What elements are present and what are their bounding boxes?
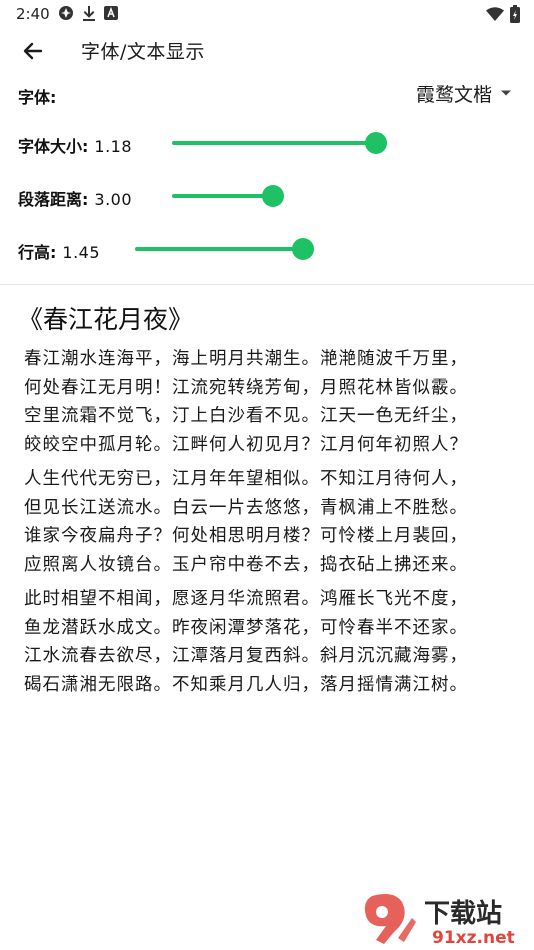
slider-fill [172, 194, 273, 198]
font-size-value: 1.18 [94, 137, 133, 156]
poem-preview: 春江潮水连海平，海上明月共潮生。滟滟随波千万里， 何处春江无月明！江流宛转绕芳甸… [24, 345, 524, 705]
slider-fill [135, 247, 303, 251]
poem-line: 应照离人妆镜台。玉户帘中卷不去，捣衣砧上拂还来。 [24, 554, 468, 575]
poem-line: 此时相望不相闻，愿逐月华流照君。鸿雁长飞光不度， [24, 589, 468, 609]
font-label: 字体: [18, 88, 57, 107]
status-notification-icons [58, 5, 118, 21]
watermark-logo: 下载站 91xz.net [354, 888, 530, 948]
app-notification-icon [59, 6, 73, 20]
slider-fill [172, 141, 376, 145]
paragraph-spacing-label-text: 段落距离: [18, 190, 89, 209]
poem-line: 碣石潇湘无限路。不知乘月几人归，落月摇情满江树。 [24, 674, 468, 695]
download-icon [83, 6, 95, 21]
app-bar: 字体/文本显示 [0, 28, 534, 74]
poem-line: 鱼龙潜跃水成文。昨夜闲潭梦落花，可怜春半不还家。 [24, 617, 468, 638]
slider-thumb[interactable] [364, 132, 387, 154]
poem-line: 皎皎空中孤月轮。江畔何人初见月？江月何年初照人？ [24, 434, 468, 455]
dropdown-triangle-icon [501, 90, 511, 96]
poem-line: 谁家今夜扁舟子？何处相思明月楼？可怜楼上月裴回， [24, 526, 468, 546]
poem-line: 但见长江送流水。白云一片去悠悠，青枫浦上不胜愁。 [24, 497, 468, 518]
line-height-slider[interactable] [135, 236, 314, 262]
page-title: 字体/文本显示 [81, 41, 205, 63]
wifi-icon [486, 7, 504, 21]
paragraph-spacing-slider[interactable] [172, 183, 284, 209]
poem-line: 江水流春去欲尽，江潭落月复西斜。斜月沉沉藏海雾， [24, 646, 468, 666]
poem-line: 春江潮水连海平，海上明月共潮生。滟滟随波千万里， [24, 349, 468, 369]
font-size-slider[interactable] [172, 130, 387, 156]
watermark-url: 91xz.net [432, 928, 515, 948]
status-system-icons [486, 5, 520, 23]
watermark-emblem-icon: 下载站 91xz.net [364, 894, 515, 948]
font-select-value: 霞鹜文楷 [415, 83, 492, 106]
line-height-label: 行高: 1.45 [18, 239, 100, 263]
a-app-icon [104, 6, 118, 20]
font-size-label-text: 字体大小: [18, 137, 89, 156]
back-arrow-icon [23, 42, 43, 60]
poem-line: 空里流霜不觉飞，汀上白沙看不见。江天一色无纤尘， [24, 406, 468, 426]
poem-paragraph: 春江潮水连海平，海上明月共潮生。滟滟随波千万里， 何处春江无月明！江流宛转绕芳甸… [24, 345, 524, 459]
divider [0, 284, 534, 285]
font-select[interactable]: 霞鹜文楷 [416, 80, 512, 106]
poem-title: 《春江花月夜》 [18, 305, 194, 334]
status-time: 2:40 [16, 5, 50, 23]
back-button[interactable] [18, 36, 48, 66]
slider-thumb[interactable] [262, 185, 284, 207]
status-bar: 2:40 [0, 0, 534, 28]
poem-paragraph: 人生代代无穷已，江月年年望相似。不知江月待何人， 但见长江送流水。白云一片去悠悠… [24, 465, 524, 579]
paragraph-spacing-value: 3.00 [94, 190, 133, 209]
font-size-label: 字体大小: 1.18 [18, 133, 132, 157]
battery-icon [510, 5, 520, 23]
poem-line: 何处春江无月明！江流宛转绕芳甸，月照花林皆似霰。 [24, 377, 468, 398]
watermark-brand: 下载站 [424, 899, 502, 929]
paragraph-spacing-label: 段落距离: 3.00 [18, 186, 132, 210]
line-height-value: 1.45 [62, 243, 101, 262]
slider-thumb[interactable] [292, 238, 314, 260]
line-height-label-text: 行高: [18, 243, 57, 262]
poem-paragraph: 此时相望不相闻，愿逐月华流照君。鸿雁长飞光不度， 鱼龙潜跃水成文。昨夜闲潭梦落花… [24, 585, 524, 699]
poem-line: 人生代代无穷已，江月年年望相似。不知江月待何人， [24, 469, 468, 489]
